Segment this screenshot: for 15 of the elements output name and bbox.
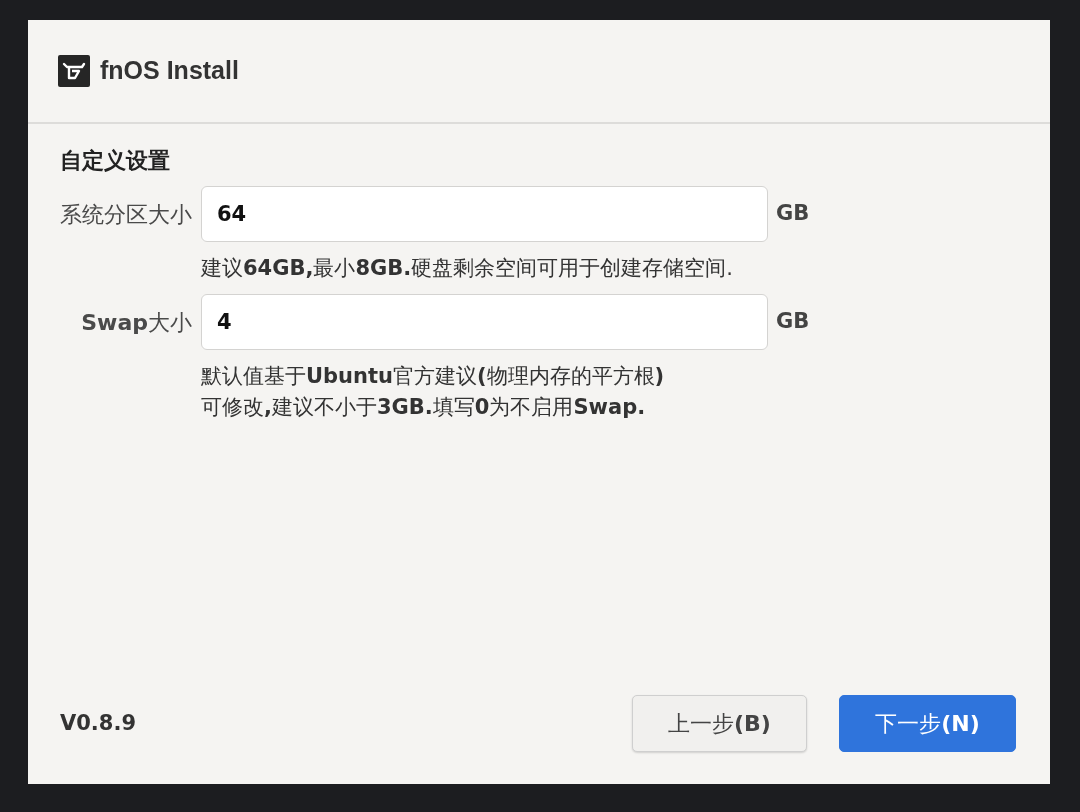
version-label: V0.8.9 [60,709,137,737]
field-label: 系统分区大小 [59,200,192,229]
field-label: Swap大小 [80,308,192,337]
logo-icon [58,55,90,87]
unit-label: GB [776,200,810,228]
input-field[interactable]: 64 [201,186,768,242]
hint-text: 默认值基于Ubuntu官方建议(物理内存的平方根) [201,363,665,390]
hint-text: 可修改,建议不小于3GB.填写0为不启用Swap. [201,394,646,421]
section-title: 自定义设置 [60,147,170,175]
next-button[interactable]: 下一步(N) [839,695,1016,752]
input-field[interactable]: 4 [201,294,768,350]
hint-text: 建议64GB,最小8GB.硬盘剩余空间可用于创建存储空间. [201,255,733,282]
window-title: fnOS Install [100,55,239,87]
back-button[interactable]: 上一步(B) [632,695,807,752]
unit-label: GB [776,308,810,336]
